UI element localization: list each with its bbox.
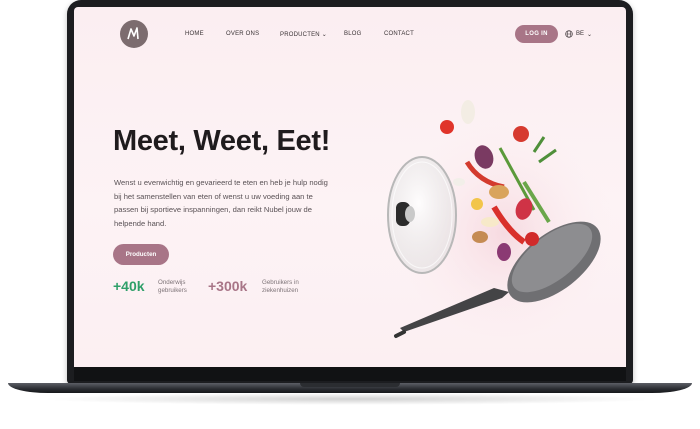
globe-icon — [565, 30, 573, 38]
nav-item-contact[interactable]: CONTACT — [384, 31, 414, 37]
nav-item-over-ons[interactable]: OVER ONS — [226, 31, 259, 37]
stat-label-line: Onderwijs — [158, 279, 186, 286]
hero-description: Wenst u evenwichtig en gevarieerd te ete… — [114, 178, 328, 228]
pan-lid-icon — [387, 156, 457, 274]
chevron-down-icon: ⌄ — [587, 31, 593, 38]
stat-label-line: gebruikers — [158, 287, 187, 294]
stat-label-line: ziekenhuizen — [262, 287, 299, 294]
stat-label-line: Gebruikers in — [262, 279, 299, 286]
logo-mark-icon — [127, 27, 139, 40]
producten-button[interactable]: Producten — [113, 244, 169, 265]
nav-item-producten-label: PRODUCTEN — [280, 32, 320, 38]
website-screen: HOME OVER ONS PRODUCTEN ⌄ BLOG CONTACT L… — [74, 7, 626, 367]
nubel-logo[interactable] — [120, 20, 148, 48]
laptop-shadow — [40, 393, 660, 405]
nav-item-blog[interactable]: BLOG — [344, 31, 361, 37]
language-selector[interactable]: BE ⌄ — [565, 30, 592, 38]
stat-value-onderwijs: +40k — [113, 278, 145, 294]
stat-label-onderwijs: Onderwijs gebruikers — [158, 279, 187, 295]
hero-illustration — [387, 100, 614, 338]
hero-title: Meet, Weet, Eet! — [113, 125, 331, 157]
login-button[interactable]: LOG IN — [515, 25, 558, 43]
stat-value-ziekenhuizen: +300k — [208, 278, 248, 294]
stat-label-ziekenhuizen: Gebruikers in ziekenhuizen — [262, 279, 299, 295]
language-code: BE — [576, 31, 585, 37]
laptop-bezel — [74, 367, 626, 381]
laptop-notch — [300, 383, 400, 387]
chevron-down-icon: ⌄ — [321, 32, 327, 38]
nav-item-producten[interactable]: PRODUCTEN ⌄ — [280, 31, 327, 38]
nav-item-home[interactable]: HOME — [185, 31, 204, 37]
